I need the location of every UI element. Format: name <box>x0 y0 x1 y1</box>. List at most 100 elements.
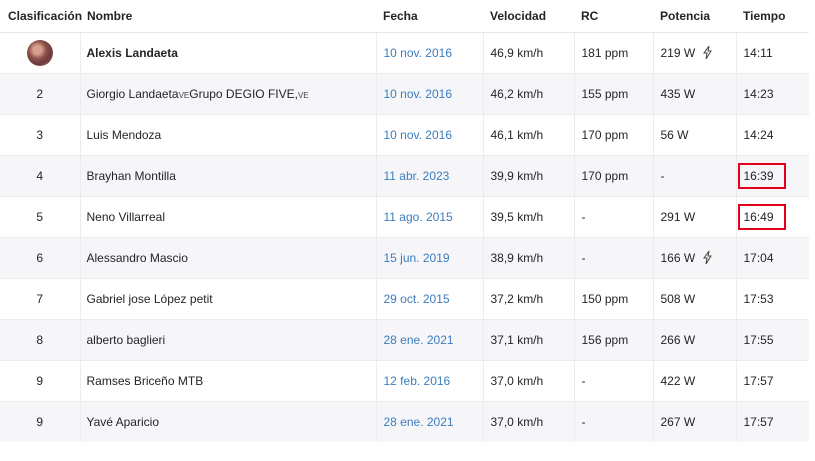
header-power[interactable]: Potencia <box>653 0 736 33</box>
athlete-avatar[interactable] <box>26 39 53 66</box>
rank-cell: 9 <box>0 400 80 442</box>
heart-rate-value: 170 ppm <box>573 113 653 155</box>
power-cell: 166 W <box>652 236 736 278</box>
heart-rate-value: 150 ppm <box>573 277 653 319</box>
activity-date-link[interactable]: 12 feb. 2016 <box>375 359 483 401</box>
lightning-bolt-icon <box>702 250 712 265</box>
header-time[interactable]: Tiempo <box>736 0 809 33</box>
table-row: 6 Alessandro Mascio 15 jun. 2019 38,9 km… <box>0 236 809 278</box>
athlete-name[interactable]: Alessandro Mascio <box>79 236 376 278</box>
speed-value: 39,9 km/h <box>482 154 574 196</box>
athlete-name-cell: Giorgio LandaetaVEGrupo DEGIO FIVE,VE <box>79 72 376 114</box>
header-hr[interactable]: RC <box>574 0 653 33</box>
speed-value: 37,0 km/h <box>482 359 574 401</box>
table-row: Alexis Landaeta 10 nov. 2016 46,9 km/h 1… <box>0 31 809 73</box>
header-date[interactable]: Fecha <box>376 0 483 33</box>
activity-date-link[interactable]: 10 nov. 2016 <box>375 31 483 73</box>
activity-date-link[interactable]: 15 jun. 2019 <box>375 236 483 278</box>
rank-cell <box>0 31 80 73</box>
athlete-name[interactable]: Giorgio Landaeta <box>87 87 179 101</box>
time-value: 17:04 <box>735 236 809 278</box>
time-value: 14:23 <box>735 72 809 114</box>
header-rank[interactable]: Clasificación <box>0 0 82 33</box>
speed-value: 37,2 km/h <box>482 277 574 319</box>
time-value: 14:11 <box>735 31 809 73</box>
rank-cell: 4 <box>0 154 80 196</box>
lightning-bolt-icon <box>702 45 712 60</box>
leaderboard-table: Clasificación Nombre Fecha Velocidad RC … <box>0 0 809 442</box>
time-value: 14:24 <box>735 113 809 155</box>
time-value: 17:55 <box>735 318 809 360</box>
table-row: 3 Luis Mendoza 10 nov. 2016 46,1 km/h 17… <box>0 113 809 155</box>
heart-rate-value: 170 ppm <box>573 154 653 196</box>
activity-date-link[interactable]: 28 ene. 2021 <box>375 400 483 442</box>
table-header: Clasificación Nombre Fecha Velocidad RC … <box>0 0 809 33</box>
athlete-name[interactable]: Ramses Briceño MTB <box>79 359 376 401</box>
activity-date-link[interactable]: 10 nov. 2016 <box>375 113 483 155</box>
speed-value: 37,0 km/h <box>482 400 574 442</box>
heart-rate-value: 156 ppm <box>573 318 653 360</box>
time-cell: 16:49 <box>735 195 809 237</box>
header-speed[interactable]: Velocidad <box>483 0 574 33</box>
athlete-name[interactable]: Luis Mendoza <box>79 113 376 155</box>
power-value: 219 W <box>660 45 696 60</box>
time-cell: 16:39 <box>735 154 809 196</box>
power-cell: 219 W <box>652 31 736 73</box>
rank-cell: 9 <box>0 359 80 401</box>
speed-value: 46,2 km/h <box>482 72 574 114</box>
heart-rate-value: - <box>573 236 653 278</box>
country-badge: VE <box>178 90 190 100</box>
power-value: 166 W <box>660 250 696 265</box>
power-value: 435 W <box>652 72 736 114</box>
table-row: 7 Gabriel jose López petit 29 oct. 2015 … <box>0 277 809 319</box>
table-row: 9 Ramses Briceño MTB 12 feb. 2016 37,0 k… <box>0 359 809 401</box>
heart-rate-value: - <box>573 359 653 401</box>
rank-cell: 5 <box>0 195 80 237</box>
athlete-name[interactable]: Brayhan Montilla <box>79 154 376 196</box>
time-highlight-box: 16:39 <box>737 162 786 189</box>
rank-cell: 7 <box>0 277 80 319</box>
athlete-name[interactable]: Yavé Aparicio <box>79 400 376 442</box>
rank-cell: 6 <box>0 236 80 278</box>
rank-cell: 8 <box>0 318 80 360</box>
time-value: 17:53 <box>735 277 809 319</box>
activity-date-link[interactable]: 11 ago. 2015 <box>375 195 483 237</box>
power-value: - <box>652 154 736 196</box>
heart-rate-value: - <box>573 400 653 442</box>
power-value: 291 W <box>652 195 736 237</box>
athlete-name[interactable]: Gabriel jose López petit <box>79 277 376 319</box>
country-badge: VE <box>297 90 309 100</box>
activity-date-link[interactable]: 11 abr. 2023 <box>375 154 483 196</box>
activity-date-link[interactable]: 29 oct. 2015 <box>375 277 483 319</box>
speed-value: 37,1 km/h <box>482 318 574 360</box>
power-value: 267 W <box>652 400 736 442</box>
table-row: 4 Brayhan Montilla 11 abr. 2023 39,9 km/… <box>0 154 809 196</box>
time-value: 17:57 <box>735 400 809 442</box>
heart-rate-value: 181 ppm <box>573 31 653 73</box>
power-value: 266 W <box>652 318 736 360</box>
table-row: 5 Neno Villarreal 11 ago. 2015 39,5 km/h… <box>0 195 809 237</box>
heart-rate-value: - <box>573 195 653 237</box>
athlete-name[interactable]: alberto baglieri <box>79 318 376 360</box>
power-value: 422 W <box>652 359 736 401</box>
heart-rate-value: 155 ppm <box>573 72 653 114</box>
table-row: 2 Giorgio LandaetaVEGrupo DEGIO FIVE,VE … <box>0 72 809 114</box>
activity-date-link[interactable]: 10 nov. 2016 <box>375 72 483 114</box>
header-name[interactable]: Nombre <box>80 0 376 33</box>
time-highlight-box: 16:49 <box>737 203 786 230</box>
rank-cell: 2 <box>0 72 80 114</box>
speed-value: 38,9 km/h <box>482 236 574 278</box>
club-name[interactable]: Grupo DEGIO FIVE, <box>189 87 298 101</box>
athlete-name[interactable]: Alexis Landaeta <box>79 31 376 73</box>
speed-value: 46,1 km/h <box>482 113 574 155</box>
table-row: 8 alberto baglieri 28 ene. 2021 37,1 km/… <box>0 318 809 360</box>
activity-date-link[interactable]: 28 ene. 2021 <box>375 318 483 360</box>
power-value: 508 W <box>652 277 736 319</box>
athlete-name[interactable]: Neno Villarreal <box>79 195 376 237</box>
time-value: 17:57 <box>735 359 809 401</box>
speed-value: 39,5 km/h <box>482 195 574 237</box>
power-value: 56 W <box>652 113 736 155</box>
speed-value: 46,9 km/h <box>482 31 574 73</box>
table-row: 9 Yavé Aparicio 28 ene. 2021 37,0 km/h -… <box>0 400 809 442</box>
rank-cell: 3 <box>0 113 80 155</box>
